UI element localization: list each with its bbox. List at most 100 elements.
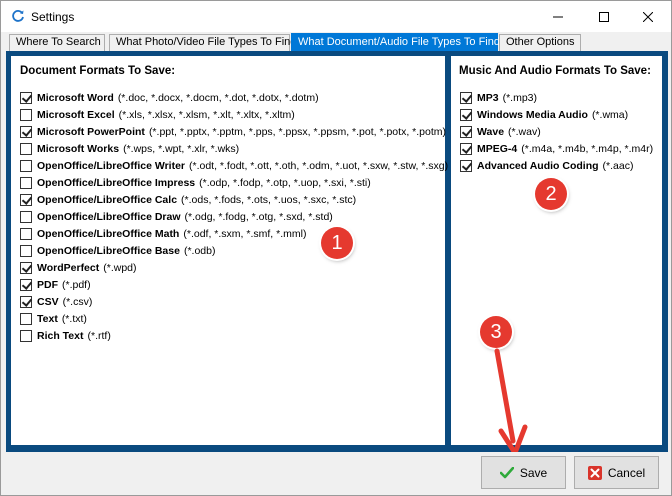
checkbox[interactable] bbox=[460, 159, 472, 172]
option-name: OpenOffice/LibreOffice Draw bbox=[37, 210, 181, 223]
option-name: OpenOffice/LibreOffice Writer bbox=[37, 159, 185, 172]
option-extensions: (*.doc, *.docx, *.docm, *.dot, *.dotx, *… bbox=[117, 91, 319, 104]
option-extensions: (*.ppt, *.pptx, *.pptm, *.pps, *.ppsx, *… bbox=[148, 125, 446, 138]
option-name: Rich Text bbox=[37, 329, 84, 342]
option-name: CSV bbox=[37, 295, 59, 308]
option-name: Microsoft Word bbox=[37, 91, 114, 104]
tab-other-options[interactable]: Other Options bbox=[499, 34, 581, 51]
document-option-openoffice-libreoffice-base[interactable]: OpenOffice/LibreOffice Base (*.odb) bbox=[20, 242, 448, 259]
document-option-microsoft-word[interactable]: Microsoft Word (*.doc, *.docx, *.docm, *.… bbox=[20, 89, 448, 106]
refresh-icon bbox=[11, 9, 25, 23]
minimize-button[interactable] bbox=[535, 1, 581, 32]
option-extensions: (*.csv) bbox=[62, 295, 93, 308]
checkbox[interactable] bbox=[460, 108, 472, 121]
option-name: Text bbox=[37, 312, 58, 325]
document-option-microsoft-powerpoint[interactable]: Microsoft PowerPoint (*.ppt, *.pptx, *.pp… bbox=[20, 123, 448, 140]
checkbox[interactable] bbox=[460, 125, 472, 138]
document-option-openoffice-libreoffice-draw[interactable]: OpenOffice/LibreOffice Draw (*.odg, *.fod… bbox=[20, 208, 448, 225]
save-button[interactable]: Save bbox=[481, 456, 566, 489]
document-option-wordperfect[interactable]: WordPerfect (*.wpd) bbox=[20, 259, 448, 276]
document-option-microsoft-works[interactable]: Microsoft Works (*.wps, *.wpt, *.xlr, *.w… bbox=[20, 140, 448, 157]
option-name: MP3 bbox=[477, 91, 499, 104]
annotation-arrow-icon bbox=[494, 348, 528, 456]
document-option-openoffice-libreoffice-calc[interactable]: OpenOffice/LibreOffice Calc (*.ods, *.fod… bbox=[20, 191, 448, 208]
audio-option-mp3[interactable]: MP3 (*.mp3) bbox=[460, 89, 653, 106]
option-name: OpenOffice/LibreOffice Math bbox=[37, 227, 180, 240]
audio-formats-panel: Music And Audio Formats To Save: MP3 (*.m… bbox=[450, 55, 663, 446]
document-option-csv[interactable]: CSV (*.csv) bbox=[20, 293, 448, 310]
document-option-text[interactable]: Text (*.txt) bbox=[20, 310, 448, 327]
document-option-openoffice-libreoffice-writer[interactable]: OpenOffice/LibreOffice Writer (*.odt, *.f… bbox=[20, 157, 448, 174]
close-icon bbox=[643, 11, 653, 22]
checkbox[interactable] bbox=[20, 108, 32, 121]
checkbox[interactable] bbox=[20, 159, 32, 172]
checkbox[interactable] bbox=[20, 91, 32, 104]
checkbox[interactable] bbox=[20, 210, 32, 223]
checkbox[interactable] bbox=[20, 244, 32, 257]
checkbox[interactable] bbox=[20, 142, 32, 155]
option-name: MPEG-4 bbox=[477, 142, 518, 155]
checkbox[interactable] bbox=[460, 91, 472, 104]
option-extensions: (*.aac) bbox=[602, 159, 634, 172]
dialog-button-bar: Save Cancel bbox=[1, 452, 671, 495]
option-extensions: (*.wps, *.wpt, *.xlr, *.wks) bbox=[123, 142, 240, 155]
option-extensions: (*.xls, *.xlsx, *.xlsm, *.xlt, *.xltx, *… bbox=[118, 108, 295, 121]
audio-formats-list: MP3 (*.mp3) Windows Media Audio (*.wma) Wave… bbox=[460, 89, 653, 174]
checkmark-icon bbox=[499, 466, 514, 478]
annotation-badge-3: 3 bbox=[480, 316, 512, 348]
maximize-icon bbox=[599, 11, 609, 22]
option-name: WordPerfect bbox=[37, 261, 100, 274]
annotation-badge-2: 2 bbox=[535, 178, 567, 210]
tab-strip: Where To Search What Photo/Video File Ty… bbox=[6, 33, 668, 51]
option-extensions: (*.mp3) bbox=[502, 91, 538, 104]
annotation-badge-1: 1 bbox=[321, 227, 353, 259]
checkbox[interactable] bbox=[20, 261, 32, 274]
option-extensions: (*.odf, *.sxm, *.smf, *.mml) bbox=[183, 227, 307, 240]
checkbox[interactable] bbox=[460, 142, 472, 155]
audio-option-windows-media-audio[interactable]: Windows Media Audio (*.wma) bbox=[460, 106, 653, 123]
audio-option-mpeg-4[interactable]: MPEG-4 (*.m4a, *.m4b, *.m4p, *.m4r) bbox=[460, 140, 653, 157]
option-name: Microsoft Excel bbox=[37, 108, 115, 121]
option-name: Windows Media Audio bbox=[477, 108, 588, 121]
cancel-button[interactable]: Cancel bbox=[574, 456, 659, 489]
audio-option-advanced-audio-coding[interactable]: Advanced Audio Coding (*.aac) bbox=[460, 157, 653, 174]
checkbox[interactable] bbox=[20, 329, 32, 342]
option-extensions: (*.wma) bbox=[591, 108, 629, 121]
document-formats-list: Microsoft Word (*.doc, *.docx, *.docm, *.… bbox=[20, 89, 448, 344]
checkbox[interactable] bbox=[20, 193, 32, 206]
audio-formats-header: Music And Audio Formats To Save: bbox=[459, 65, 651, 77]
option-extensions: (*.odp, *.fodp, *.otp, *.uop, *.sxi, *.s… bbox=[199, 176, 371, 189]
option-name: Microsoft PowerPoint bbox=[37, 125, 145, 138]
title-bar[interactable]: Settings bbox=[1, 1, 671, 32]
close-button[interactable] bbox=[625, 1, 671, 32]
audio-option-wave[interactable]: Wave (*.wav) bbox=[460, 123, 653, 140]
maximize-button[interactable] bbox=[581, 1, 627, 32]
checkbox[interactable] bbox=[20, 312, 32, 325]
option-extensions: (*.wpd) bbox=[103, 261, 137, 274]
checkbox[interactable] bbox=[20, 125, 32, 138]
option-extensions: (*.odb) bbox=[183, 244, 216, 257]
checkbox[interactable] bbox=[20, 295, 32, 308]
option-name: OpenOffice/LibreOffice Impress bbox=[37, 176, 196, 189]
document-option-openoffice-libreoffice-math[interactable]: OpenOffice/LibreOffice Math (*.odf, *.sxm… bbox=[20, 225, 448, 242]
checkbox[interactable] bbox=[20, 176, 32, 189]
checkbox[interactable] bbox=[20, 278, 32, 291]
option-name: Advanced Audio Coding bbox=[477, 159, 599, 172]
option-name: Microsoft Works bbox=[37, 142, 120, 155]
option-extensions: (*.ods, *.fods, *.ots, *.uos, *.sxc, *.s… bbox=[181, 193, 357, 206]
option-extensions: (*.odt, *.fodt, *.ott, *.oth, *.odm, *.u… bbox=[189, 159, 449, 172]
document-formats-header: Document Formats To Save: bbox=[20, 65, 176, 77]
x-icon bbox=[587, 465, 602, 480]
window-title: Settings bbox=[31, 10, 75, 24]
checkbox[interactable] bbox=[20, 227, 32, 240]
option-name: PDF bbox=[37, 278, 58, 291]
document-option-rich-text[interactable]: Rich Text (*.rtf) bbox=[20, 327, 448, 344]
settings-window: Settings Where To Search What Photo/Vide… bbox=[0, 0, 672, 496]
tab-document-audio-types[interactable]: What Document/Audio File Types To Find bbox=[291, 33, 500, 51]
option-extensions: (*.wav) bbox=[508, 125, 541, 138]
document-option-pdf[interactable]: PDF (*.pdf) bbox=[20, 276, 448, 293]
tab-photo-video-types[interactable]: What Photo/Video File Types To Find bbox=[109, 34, 296, 51]
tab-where-to-search[interactable]: Where To Search bbox=[9, 34, 105, 51]
document-option-openoffice-libreoffice-impress[interactable]: OpenOffice/LibreOffice Impress (*.odp, *.… bbox=[20, 174, 448, 191]
document-option-microsoft-excel[interactable]: Microsoft Excel (*.xls, *.xlsx, *.xlsm, *… bbox=[20, 106, 448, 123]
